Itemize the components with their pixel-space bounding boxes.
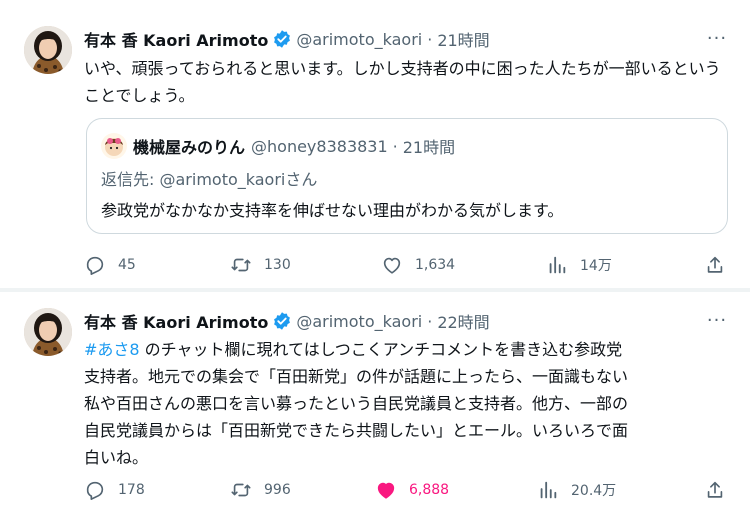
share-button[interactable] xyxy=(704,253,738,277)
avatar[interactable] xyxy=(24,308,72,356)
share-button[interactable] xyxy=(704,478,738,502)
tweet[interactable]: 有本 香 Kaori Arimoto @arimoto_kaori · 21時間… xyxy=(0,0,750,288)
reply-context: 返信先: @arimoto_kaoriさん xyxy=(101,166,317,190)
verified-badge-icon xyxy=(272,29,292,49)
tweet-text-line: 私や百田さんの悪口を言い募ったという自民党議員と支持者。他方、一部の xyxy=(84,394,629,413)
text-segment: のチャット欄に現れてはしつこくアンチコメントを書き込む参政党 xyxy=(139,340,623,359)
timestamp[interactable]: 22時間 xyxy=(437,309,489,333)
author-name[interactable]: 有本 香 Kaori Arimoto xyxy=(84,27,268,51)
retweet-count: 996 xyxy=(264,482,291,498)
quote-avatar xyxy=(101,133,127,159)
author-handle[interactable]: @arimoto_kaori xyxy=(296,312,422,331)
tweet-text-line: 自民党議員からは「百田新党できたら共闘したい」とエール。いろいろで面 xyxy=(84,421,629,440)
tweet-text-line: 白いね。 xyxy=(84,448,149,467)
author-name[interactable]: 有本 香 Kaori Arimoto xyxy=(84,309,268,333)
share-icon xyxy=(707,256,723,273)
views-button[interactable]: 20.4万 xyxy=(537,478,616,502)
share-icon xyxy=(707,481,723,498)
retweet-count: 130 xyxy=(264,257,291,273)
more-dots-icon[interactable]: ··· xyxy=(706,30,728,54)
action-bar: 178 996 6,888 20.4万 xyxy=(84,478,730,502)
quote-timestamp: 21時間 xyxy=(402,138,456,157)
tweet-text: #あさ8 のチャット欄に現れてはしつこくアンチコメントを書き込む参政党 支持者。… xyxy=(84,336,724,471)
hashtag-link[interactable]: #あさ8 xyxy=(84,340,140,359)
verified-badge-icon xyxy=(272,311,292,331)
separator-dot: · xyxy=(392,136,398,156)
retweet-icon xyxy=(231,483,251,497)
views-count: 14万 xyxy=(580,258,612,274)
retweet-button[interactable]: 130 xyxy=(230,253,291,277)
author-handle[interactable]: @arimoto_kaori xyxy=(296,30,422,49)
reply-suffix: さん xyxy=(285,170,318,189)
reply-button[interactable]: 45 xyxy=(84,253,136,277)
retweet-icon xyxy=(231,258,251,272)
separator-dot: · xyxy=(427,311,433,331)
avatar[interactable] xyxy=(24,26,72,74)
tweet-text-line: #あさ8 のチャット欄に現れてはしつこくアンチコメントを書き込む参政党 xyxy=(84,336,724,363)
tweet-text: いや、頑張っておられると思います。しかし支持者の中に困った人たちが一部いるという… xyxy=(84,59,721,105)
views-button[interactable]: 14万 xyxy=(546,253,612,277)
more-dots-icon[interactable]: ··· xyxy=(706,312,728,336)
quote-text: 参政党がなかなか支持率を伸ばせない理由がわかる気がします。 xyxy=(101,201,564,220)
like-count: 1,634 xyxy=(415,257,456,273)
reply-button[interactable]: 178 xyxy=(84,478,145,502)
views-icon xyxy=(549,256,566,274)
like-button[interactable]: 1,634 xyxy=(381,253,455,277)
tweet-header: 有本 香 Kaori Arimoto @arimoto_kaori · 21時間 xyxy=(84,27,490,51)
reply-count: 45 xyxy=(118,257,136,273)
reply-icon xyxy=(86,481,104,500)
tweet-text-line: 支持者。地元での集会で「百田新党」の件が話題に上ったら、一面識もない xyxy=(84,367,629,386)
quoted-tweet[interactable]: 機械屋みのりん @honey8383831 · 21時間 返信先: @arimo… xyxy=(86,118,728,234)
reply-handle[interactable]: @arimoto_kaori xyxy=(159,170,285,189)
heart-icon xyxy=(377,482,395,499)
tweet[interactable]: 有本 香 Kaori Arimoto @arimoto_kaori · 22時間… xyxy=(0,292,750,518)
heart-icon xyxy=(383,257,401,274)
quote-header: 機械屋みのりん @honey8383831 · 21時間 xyxy=(101,133,455,159)
separator-dot: · xyxy=(427,29,433,49)
views-count: 20.4万 xyxy=(571,483,617,499)
quote-author-name[interactable]: 機械屋みのりん xyxy=(133,134,245,158)
retweet-button[interactable]: 996 xyxy=(230,478,291,502)
action-bar: 45 130 1,634 14万 xyxy=(84,253,730,277)
reply-icon xyxy=(86,256,104,275)
reply-count: 178 xyxy=(118,482,145,498)
views-icon xyxy=(540,481,557,499)
tweet-header: 有本 香 Kaori Arimoto @arimoto_kaori · 22時間 xyxy=(84,309,490,333)
like-count: 6,888 xyxy=(409,482,450,498)
quote-author-handle[interactable]: @honey8383831 xyxy=(251,137,388,156)
like-button[interactable]: 6,888 xyxy=(375,478,449,502)
timestamp[interactable]: 21時間 xyxy=(437,27,489,51)
reply-prefix: 返信先: xyxy=(101,170,160,189)
